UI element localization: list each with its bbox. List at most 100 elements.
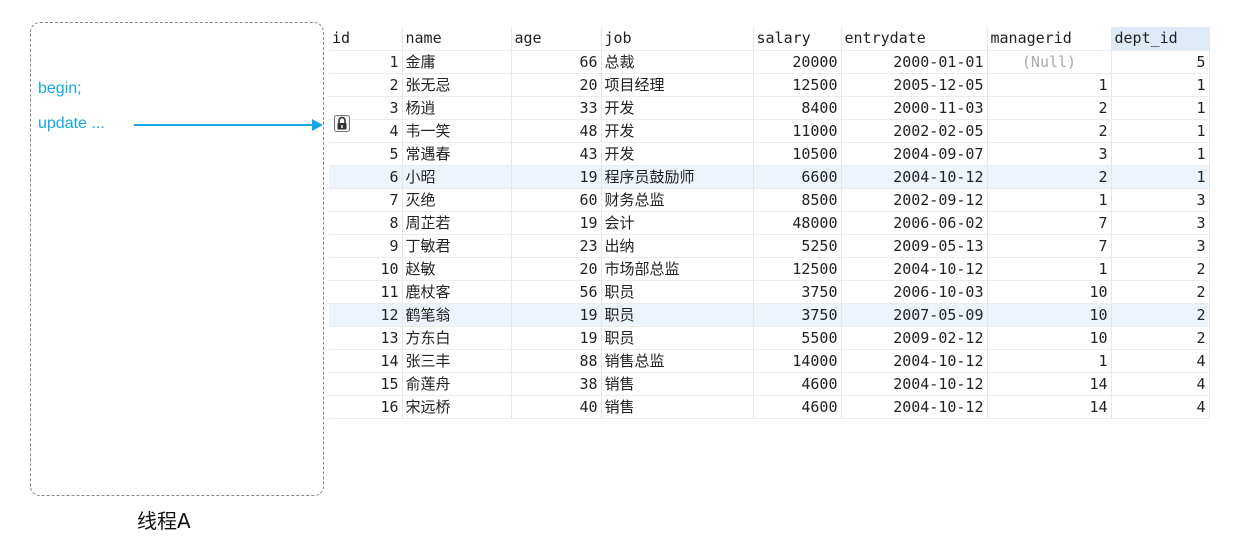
cell-age[interactable]: 20 bbox=[511, 257, 602, 281]
cell-id[interactable]: 6 bbox=[329, 165, 403, 189]
table-row[interactable]: 16 宋远桥 40 销售 4600 2004-10-12 14 4 bbox=[329, 395, 1210, 419]
cell-job[interactable]: 财务总监 bbox=[601, 188, 754, 212]
cell-id[interactable]: 12 bbox=[329, 303, 403, 327]
cell-entrydate[interactable]: 2004-09-07 bbox=[841, 142, 988, 166]
table-row[interactable]: 12 鹤笔翁 19 职员 3750 2007-05-09 10 2 bbox=[329, 303, 1210, 327]
cell-managerid[interactable]: 1 bbox=[987, 349, 1112, 373]
cell-managerid[interactable]: 10 bbox=[987, 303, 1112, 327]
cell-job[interactable]: 程序员鼓励师 bbox=[601, 165, 754, 189]
cell-entrydate[interactable]: 2002-09-12 bbox=[841, 188, 988, 212]
cell-salary[interactable]: 12500 bbox=[753, 73, 842, 97]
cell-name[interactable]: 赵敏 bbox=[402, 257, 512, 281]
table-row[interactable]: 8 周芷若 19 会计 48000 2006-06-02 7 3 bbox=[329, 211, 1210, 235]
cell-managerid[interactable]: 10 bbox=[987, 326, 1112, 350]
cell-name[interactable]: 韦一笑 bbox=[402, 119, 512, 143]
cell-id[interactable]: 11 bbox=[329, 280, 403, 304]
cell-entrydate[interactable]: 2004-10-12 bbox=[841, 349, 988, 373]
cell-dept-id[interactable]: 2 bbox=[1111, 326, 1210, 350]
cell-id[interactable]: 13 bbox=[329, 326, 403, 350]
cell-dept-id[interactable]: 2 bbox=[1111, 280, 1210, 304]
cell-job[interactable]: 会计 bbox=[601, 211, 754, 235]
column-header-managerid[interactable]: managerid bbox=[987, 27, 1112, 51]
table-row[interactable]: 6 小昭 19 程序员鼓励师 6600 2004-10-12 2 1 bbox=[329, 165, 1210, 189]
cell-job[interactable]: 开发 bbox=[601, 96, 754, 120]
cell-id[interactable]: 8 bbox=[329, 211, 403, 235]
cell-salary[interactable]: 12500 bbox=[753, 257, 842, 281]
cell-managerid[interactable]: 14 bbox=[987, 372, 1112, 396]
cell-dept-id[interactable]: 5 bbox=[1111, 50, 1210, 74]
cell-salary[interactable]: 3750 bbox=[753, 303, 842, 327]
column-header-dept-id[interactable]: dept_id bbox=[1111, 27, 1210, 51]
cell-age[interactable]: 19 bbox=[511, 326, 602, 350]
cell-age[interactable]: 40 bbox=[511, 395, 602, 419]
cell-id[interactable]: 14 bbox=[329, 349, 403, 373]
cell-id[interactable]: 5 bbox=[329, 142, 403, 166]
cell-entrydate[interactable]: 2005-12-05 bbox=[841, 73, 988, 97]
cell-dept-id[interactable]: 1 bbox=[1111, 142, 1210, 166]
cell-id[interactable]: 7 bbox=[329, 188, 403, 212]
table-row[interactable]: 10 赵敏 20 市场部总监 12500 2004-10-12 1 2 bbox=[329, 257, 1210, 281]
cell-job[interactable]: 销售 bbox=[601, 395, 754, 419]
cell-dept-id[interactable]: 3 bbox=[1111, 211, 1210, 235]
cell-managerid[interactable]: 2 bbox=[987, 165, 1112, 189]
cell-name[interactable]: 丁敏君 bbox=[402, 234, 512, 258]
cell-managerid[interactable]: 2 bbox=[987, 119, 1112, 143]
cell-dept-id[interactable]: 3 bbox=[1111, 188, 1210, 212]
cell-id[interactable]: 9 bbox=[329, 234, 403, 258]
cell-managerid[interactable]: 7 bbox=[987, 211, 1112, 235]
cell-salary[interactable]: 20000 bbox=[753, 50, 842, 74]
cell-managerid[interactable]: 1 bbox=[987, 257, 1112, 281]
column-header-age[interactable]: age bbox=[511, 27, 602, 51]
cell-entrydate[interactable]: 2006-06-02 bbox=[841, 211, 988, 235]
cell-job[interactable]: 开发 bbox=[601, 119, 754, 143]
cell-age[interactable]: 23 bbox=[511, 234, 602, 258]
cell-name[interactable]: 张无忌 bbox=[402, 73, 512, 97]
cell-id[interactable]: 10 bbox=[329, 257, 403, 281]
cell-salary[interactable]: 8500 bbox=[753, 188, 842, 212]
cell-salary[interactable]: 5500 bbox=[753, 326, 842, 350]
table-row[interactable]: 1 金庸 66 总裁 20000 2000-01-01 (Null) 5 bbox=[329, 50, 1210, 74]
cell-managerid[interactable]: 2 bbox=[987, 96, 1112, 120]
cell-id[interactable]: 15 bbox=[329, 372, 403, 396]
cell-job[interactable]: 总裁 bbox=[601, 50, 754, 74]
cell-salary[interactable]: 4600 bbox=[753, 395, 842, 419]
cell-dept-id[interactable]: 2 bbox=[1111, 257, 1210, 281]
cell-job[interactable]: 销售 bbox=[601, 372, 754, 396]
cell-id[interactable]: 2 bbox=[329, 73, 403, 97]
cell-salary[interactable]: 4600 bbox=[753, 372, 842, 396]
cell-name[interactable]: 方东白 bbox=[402, 326, 512, 350]
cell-managerid[interactable]: (Null) bbox=[987, 50, 1112, 74]
table-row[interactable]: 15 俞莲舟 38 销售 4600 2004-10-12 14 4 bbox=[329, 372, 1210, 396]
cell-age[interactable]: 20 bbox=[511, 73, 602, 97]
table-row[interactable]: 5 常遇春 43 开发 10500 2004-09-07 3 1 bbox=[329, 142, 1210, 166]
cell-entrydate[interactable]: 2004-10-12 bbox=[841, 165, 988, 189]
cell-entrydate[interactable]: 2004-10-12 bbox=[841, 257, 988, 281]
cell-age[interactable]: 19 bbox=[511, 211, 602, 235]
cell-name[interactable]: 鹿杖客 bbox=[402, 280, 512, 304]
table-row[interactable]: 13 方东白 19 职员 5500 2009-02-12 10 2 bbox=[329, 326, 1210, 350]
cell-managerid[interactable]: 1 bbox=[987, 188, 1112, 212]
cell-job[interactable]: 职员 bbox=[601, 280, 754, 304]
cell-salary[interactable]: 14000 bbox=[753, 349, 842, 373]
cell-dept-id[interactable]: 1 bbox=[1111, 73, 1210, 97]
cell-managerid[interactable]: 14 bbox=[987, 395, 1112, 419]
cell-dept-id[interactable]: 4 bbox=[1111, 372, 1210, 396]
cell-entrydate[interactable]: 2004-10-12 bbox=[841, 372, 988, 396]
cell-managerid[interactable]: 10 bbox=[987, 280, 1112, 304]
table-row[interactable]: 2 张无忌 20 项目经理 12500 2005-12-05 1 1 bbox=[329, 73, 1210, 97]
cell-name[interactable]: 宋远桥 bbox=[402, 395, 512, 419]
cell-id[interactable]: 1 bbox=[329, 50, 403, 74]
cell-age[interactable]: 19 bbox=[511, 303, 602, 327]
cell-job[interactable]: 销售总监 bbox=[601, 349, 754, 373]
cell-salary[interactable]: 3750 bbox=[753, 280, 842, 304]
cell-managerid[interactable]: 3 bbox=[987, 142, 1112, 166]
cell-age[interactable]: 60 bbox=[511, 188, 602, 212]
cell-salary[interactable]: 11000 bbox=[753, 119, 842, 143]
table-row[interactable]: 7 灭绝 60 财务总监 8500 2002-09-12 1 3 bbox=[329, 188, 1210, 212]
cell-dept-id[interactable]: 1 bbox=[1111, 165, 1210, 189]
cell-dept-id[interactable]: 4 bbox=[1111, 349, 1210, 373]
cell-dept-id[interactable]: 2 bbox=[1111, 303, 1210, 327]
cell-job[interactable]: 开发 bbox=[601, 142, 754, 166]
cell-salary[interactable]: 6600 bbox=[753, 165, 842, 189]
cell-age[interactable]: 33 bbox=[511, 96, 602, 120]
